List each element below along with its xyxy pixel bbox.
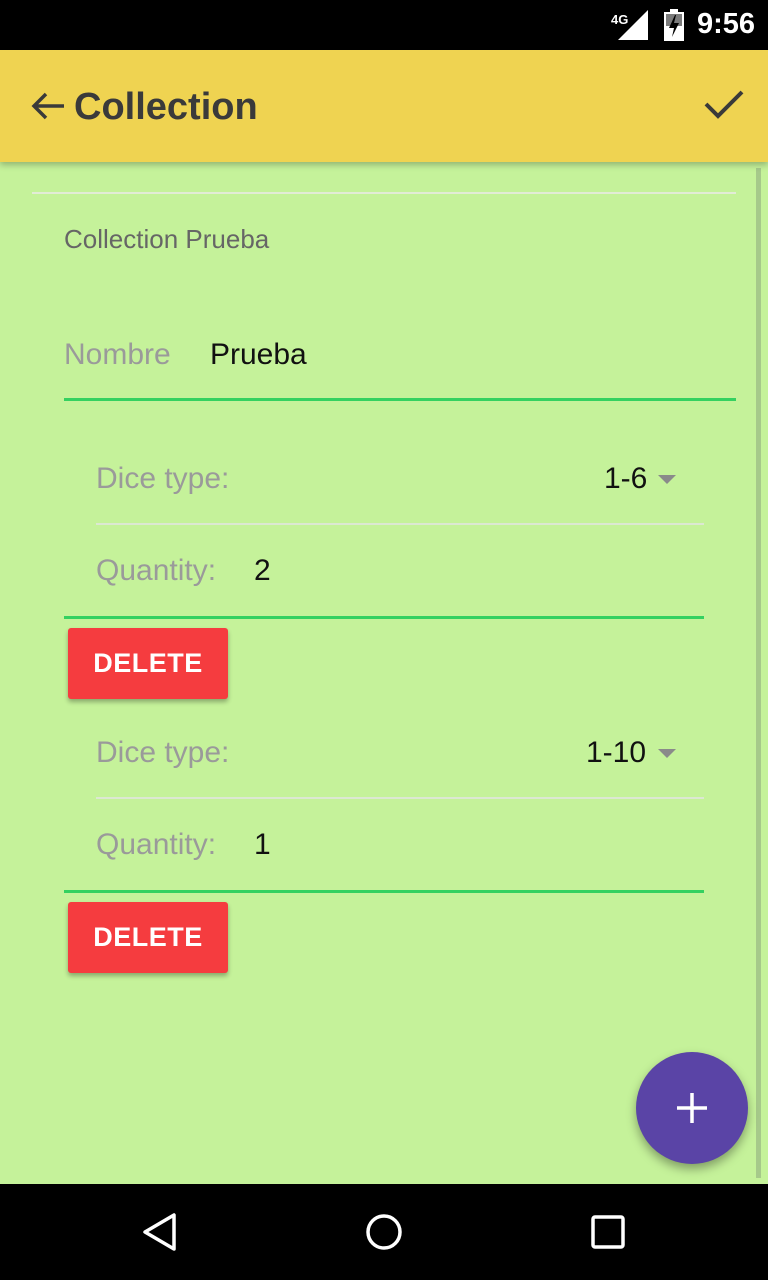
- home-circle-icon[interactable]: [364, 1212, 404, 1252]
- dropdown-arrow-icon: [658, 475, 676, 484]
- back-arrow-icon[interactable]: [28, 86, 68, 126]
- scrollbar[interactable]: [756, 168, 761, 1178]
- quantity-field[interactable]: 1: [254, 828, 271, 862]
- app-bar: Collection: [0, 50, 768, 162]
- dice-type-label: Dice type:: [96, 462, 230, 495]
- delete-button[interactable]: DELETE: [68, 902, 228, 973]
- name-label: Nombre: [64, 338, 171, 371]
- quantity-label: Quantity:: [96, 828, 217, 861]
- collection-form: Collection Prueba Nombre Prueba Dice typ…: [0, 162, 768, 1184]
- add-dice-button[interactable]: [636, 1052, 748, 1164]
- quantity-label: Quantity:: [96, 554, 217, 587]
- delete-button[interactable]: DELETE: [68, 628, 228, 699]
- divider: [32, 192, 736, 194]
- check-icon[interactable]: [702, 84, 746, 124]
- name-field-underline: [64, 398, 736, 401]
- recents-square-icon[interactable]: [588, 1212, 628, 1252]
- divider: [96, 523, 704, 525]
- page-title: Collection: [74, 86, 258, 128]
- navigation-bar: [0, 1184, 768, 1280]
- dice-type-value: 1-10: [586, 736, 647, 769]
- collection-heading: Collection Prueba: [64, 224, 270, 254]
- status-bar: 4G 9:56: [0, 0, 768, 50]
- dice-type-value: 1-6: [604, 462, 648, 495]
- battery-charging-icon: [664, 9, 684, 41]
- clock: 9:56: [697, 8, 756, 40]
- quantity-field-underline: [64, 616, 704, 619]
- quantity-field[interactable]: 2: [254, 554, 271, 588]
- dice-type-label: Dice type:: [96, 736, 230, 769]
- add-icon: [677, 1093, 707, 1123]
- back-triangle-icon[interactable]: [140, 1212, 180, 1252]
- quantity-field-underline: [64, 890, 704, 893]
- name-field[interactable]: Prueba: [210, 338, 307, 372]
- divider: [96, 797, 704, 799]
- signal-icon: [618, 10, 648, 40]
- dropdown-arrow-icon: [658, 749, 676, 758]
